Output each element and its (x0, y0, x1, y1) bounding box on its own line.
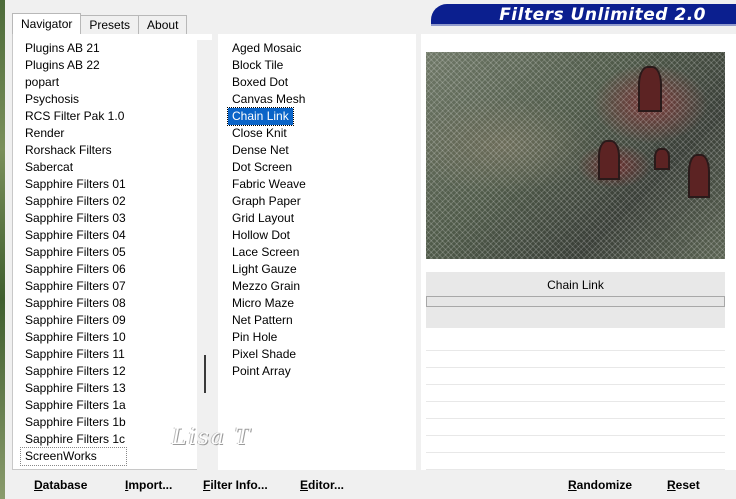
randomize-accel: R (568, 478, 577, 492)
category-item[interactable]: Plugins AB 22 (21, 57, 126, 74)
category-item[interactable]: Sapphire Filters 05 (21, 244, 126, 261)
filter-item[interactable]: Fabric Weave (228, 176, 310, 193)
filter-info-label: ilter Info... (210, 478, 268, 492)
parameter-row (426, 436, 725, 453)
filter-item[interactable]: Canvas Mesh (228, 91, 309, 108)
database-button[interactable]: Database (34, 478, 87, 492)
category-item[interactable]: Sapphire Filters 1c (21, 431, 126, 448)
editor-accel: E (300, 478, 309, 492)
import-button[interactable]: Import... (125, 478, 172, 492)
category-item[interactable]: Rorshack Filters (21, 142, 126, 159)
preview-image (426, 52, 725, 259)
parameter-row (426, 351, 725, 368)
parameter-row (426, 385, 725, 402)
filter-item[interactable]: Aged Mosaic (228, 40, 305, 57)
filter-info-area: Chain Link (426, 272, 725, 328)
tab-presets[interactable]: Presets (80, 15, 140, 34)
import-label: mport... (128, 478, 173, 492)
category-item[interactable]: Render (21, 125, 126, 142)
reset-accel: R (667, 478, 676, 492)
parameter-row (426, 419, 725, 436)
filter-item[interactable]: Close Knit (228, 125, 291, 142)
category-item[interactable]: Sapphire Filters 02 (21, 193, 126, 210)
filter-item[interactable]: Graph Paper (228, 193, 305, 210)
category-item[interactable]: Sapphire Filters 12 (21, 363, 126, 380)
background-window-strip (0, 0, 5, 499)
randomize-button[interactable]: Randomize (568, 478, 632, 492)
filter-item[interactable]: Lace Screen (228, 244, 303, 261)
filter-item[interactable]: Dot Screen (228, 159, 296, 176)
filter-item[interactable]: Dense Net (228, 142, 293, 159)
parameter-row (426, 334, 725, 351)
app-title: Filters Unlimited 2.0 (499, 5, 706, 25)
category-item[interactable]: Sapphire Filters 01 (21, 176, 126, 193)
filter-item[interactable]: Mezzo Grain (228, 278, 304, 295)
title-banner: Filters Unlimited 2.0 (431, 4, 736, 26)
filter-info-button[interactable]: Filter Info... (203, 478, 268, 492)
category-item[interactable]: Plugins AB 21 (21, 40, 126, 57)
preview-detail (638, 66, 662, 112)
preview-detail (654, 148, 670, 170)
tab-about[interactable]: About (138, 15, 188, 34)
category-item[interactable]: Sapphire Filters 09 (21, 312, 126, 329)
filter-item[interactable]: Pixel Shade (228, 346, 300, 363)
filter-item[interactable]: Block Tile (228, 57, 287, 74)
tab-navigator[interactable]: Navigator (12, 13, 82, 34)
randomize-label: andomize (576, 478, 633, 492)
filter-list-panel[interactable]: Aged Mosaic Block Tile Boxed Dot Canvas Mes… (218, 34, 416, 470)
filter-item[interactable]: Light Gauze (228, 261, 301, 278)
category-item[interactable]: Sapphire Filters 07 (21, 278, 126, 295)
database-label: atabase (42, 478, 88, 492)
category-item[interactable]: Sapphire Filters 04 (21, 227, 126, 244)
category-item[interactable]: Sabercat (21, 159, 126, 176)
category-list: Plugins AB 21 Plugins AB 22 popart Psychosi… (20, 40, 127, 466)
category-item[interactable]: Sapphire Filters 06 (21, 261, 126, 278)
category-item[interactable]: popart (21, 74, 126, 91)
filter-item[interactable]: Chain Link (227, 107, 294, 126)
category-scrollbar[interactable] (197, 40, 214, 470)
parameter-list (426, 334, 725, 470)
scrollbar-thumb[interactable] (204, 355, 206, 393)
filter-item[interactable]: Hollow Dot (228, 227, 294, 244)
filter-item[interactable]: Pin Hole (228, 329, 281, 346)
reset-button[interactable]: Reset (667, 478, 700, 492)
editor-label: ditor... (308, 478, 345, 492)
bottom-button-bar: Database Import... Filter Info... Editor… (12, 470, 736, 499)
parameter-row (426, 453, 725, 470)
category-item[interactable]: RCS Filter Pak 1.0 (21, 108, 126, 125)
filter-list: Aged Mosaic Block Tile Boxed Dot Canvas Mes… (227, 40, 310, 380)
category-item[interactable]: ScreenWorks (20, 447, 127, 466)
preview-detail (688, 154, 710, 198)
database-accel: D (34, 478, 43, 492)
category-item[interactable]: Sapphire Filters 08 (21, 295, 126, 312)
category-item[interactable]: Sapphire Filters 1a (21, 397, 126, 414)
category-item[interactable]: Sapphire Filters 1b (21, 414, 126, 431)
category-item[interactable]: Sapphire Filters 11 (21, 346, 126, 363)
reset-label: eset (675, 478, 700, 492)
category-item[interactable]: Psychosis (21, 91, 126, 108)
category-item[interactable]: Sapphire Filters 10 (21, 329, 126, 346)
current-filter-label: Chain Link (547, 278, 604, 292)
preview-detail (598, 140, 620, 180)
category-item[interactable]: Sapphire Filters 13 (21, 380, 126, 397)
progress-bar (426, 296, 725, 307)
filter-item[interactable]: Net Pattern (228, 312, 297, 329)
filter-item[interactable]: Grid Layout (228, 210, 298, 227)
editor-button[interactable]: Editor... (300, 478, 344, 492)
filter-item[interactable]: Micro Maze (228, 295, 298, 312)
watermark-signature: Lisa T (172, 425, 252, 450)
category-item[interactable]: Sapphire Filters 03 (21, 210, 126, 227)
parameter-row (426, 368, 725, 385)
parameter-row (426, 402, 725, 419)
tab-bar: Navigator Presets About (12, 13, 188, 34)
filter-item[interactable]: Boxed Dot (228, 74, 292, 91)
category-list-panel[interactable]: Plugins AB 21 Plugins AB 22 popart Psychosi… (12, 34, 212, 470)
filter-item[interactable]: Point Array (228, 363, 295, 380)
